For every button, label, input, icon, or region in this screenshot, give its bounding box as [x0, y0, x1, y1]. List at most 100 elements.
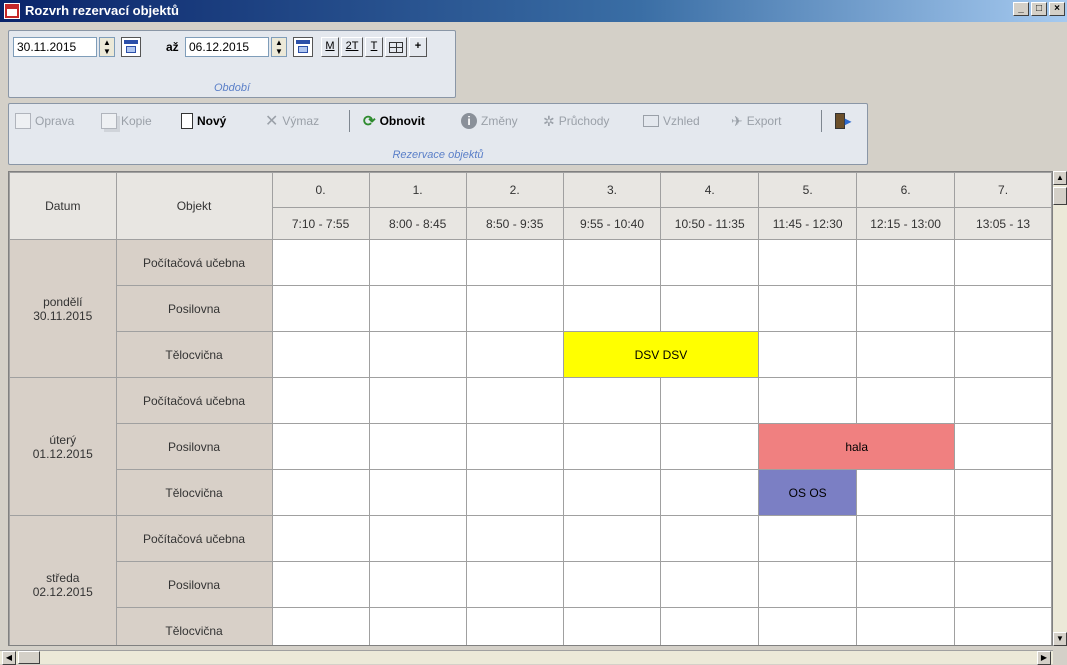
time-slot-cell[interactable] [660, 469, 760, 516]
object-cell[interactable]: Posilovna [115, 285, 273, 332]
column-header-objekt[interactable]: Objekt [115, 172, 273, 240]
time-slot-cell[interactable] [954, 239, 1052, 286]
time-slot-cell[interactable] [562, 285, 662, 332]
time-slot-cell[interactable] [660, 285, 760, 332]
time-slot-cell[interactable] [660, 377, 760, 424]
object-cell[interactable]: Tělocvična [115, 607, 273, 645]
time-slot-cell[interactable] [954, 561, 1052, 608]
time-slot-cell[interactable] [660, 239, 760, 286]
obnovit-button[interactable]: ⟳ Obnovit [363, 112, 425, 130]
time-slot-cell[interactable] [856, 239, 956, 286]
column-header-datum[interactable]: Datum [9, 172, 117, 240]
period-number-header[interactable]: 4. [660, 172, 760, 208]
date-to-spinner[interactable]: ▲ ▼ [271, 37, 287, 57]
vzhled-button[interactable]: Vzhled [643, 112, 700, 130]
date-from-spinner[interactable]: ▲ ▼ [99, 37, 115, 57]
add-period-button[interactable]: + [409, 37, 427, 57]
time-slot-cell[interactable] [465, 469, 564, 516]
time-slot-cell[interactable] [660, 607, 760, 645]
time-slot-cell[interactable] [954, 469, 1052, 516]
time-slot-cell[interactable] [271, 377, 370, 424]
time-slot-cell[interactable] [465, 423, 564, 470]
time-slot-cell[interactable] [271, 515, 370, 562]
time-slot-cell[interactable] [856, 515, 956, 562]
exit-button[interactable]: ▸ [835, 112, 851, 130]
time-slot-cell[interactable] [562, 239, 662, 286]
time-slot-cell[interactable] [856, 285, 956, 332]
time-slot-cell[interactable] [954, 377, 1052, 424]
time-slot-cell[interactable] [562, 377, 662, 424]
two-week-button[interactable]: 2T [341, 37, 363, 57]
period-number-header[interactable]: 2. [465, 172, 564, 208]
time-slot-cell[interactable] [368, 331, 467, 378]
time-slot-cell[interactable] [856, 377, 956, 424]
time-slot-cell[interactable] [271, 331, 370, 378]
object-cell[interactable]: Tělocvična [115, 469, 273, 516]
zmeny-button[interactable]: i Změny [461, 112, 518, 130]
horizontal-scrollbar[interactable]: ◀ ▶ [0, 650, 1053, 665]
object-cell[interactable]: Tělocvična [115, 331, 273, 378]
period-time-header[interactable]: 12:15 - 13:00 [856, 207, 956, 240]
time-slot-cell[interactable] [562, 423, 662, 470]
pruchody-button[interactable]: ✲ Průchody [543, 112, 609, 130]
time-slot-cell[interactable] [465, 515, 564, 562]
object-cell[interactable]: Počítačová učebna [115, 515, 273, 562]
time-slot-cell[interactable] [856, 469, 956, 516]
period-time-header[interactable]: 7:10 - 7:55 [271, 207, 370, 240]
period-time-header[interactable]: 13:05 - 13 [954, 207, 1052, 240]
time-slot-cell[interactable] [271, 607, 370, 645]
time-slot-cell[interactable] [856, 331, 956, 378]
period-time-header[interactable]: 8:50 - 9:35 [465, 207, 564, 240]
reservation-block[interactable]: hala [758, 423, 956, 470]
date-to-calendar-icon[interactable] [293, 37, 313, 57]
close-button[interactable]: × [1049, 2, 1065, 16]
period-number-header[interactable]: 6. [856, 172, 956, 208]
reservation-block[interactable]: DSV DSV [562, 331, 760, 378]
object-cell[interactable]: Počítačová učebna [115, 239, 273, 286]
time-slot-cell[interactable] [368, 515, 467, 562]
object-cell[interactable]: Počítačová učebna [115, 377, 273, 424]
period-number-header[interactable]: 7. [954, 172, 1052, 208]
period-time-header[interactable]: 8:00 - 8:45 [368, 207, 467, 240]
time-slot-cell[interactable] [465, 331, 564, 378]
date-from-calendar-icon[interactable] [121, 37, 141, 57]
time-slot-cell[interactable] [562, 561, 662, 608]
period-number-header[interactable]: 0. [271, 172, 370, 208]
period-time-header[interactable]: 10:50 - 11:35 [660, 207, 760, 240]
horizontal-scroll-thumb[interactable] [18, 651, 40, 664]
time-slot-cell[interactable] [758, 377, 858, 424]
scroll-left-arrow-icon[interactable]: ◀ [2, 651, 16, 665]
month-button[interactable]: M [321, 37, 339, 57]
scroll-up-arrow-icon[interactable]: ▲ [1053, 171, 1067, 185]
time-slot-cell[interactable] [368, 423, 467, 470]
time-slot-cell[interactable] [368, 561, 467, 608]
time-slot-cell[interactable] [465, 239, 564, 286]
period-number-header[interactable]: 1. [368, 172, 467, 208]
time-slot-cell[interactable] [758, 561, 858, 608]
vertical-scrollbar[interactable]: ▲ ▼ [1053, 171, 1067, 646]
time-slot-cell[interactable] [368, 285, 467, 332]
object-cell[interactable]: Posilovna [115, 423, 273, 470]
time-slot-cell[interactable] [954, 285, 1052, 332]
time-slot-cell[interactable] [758, 515, 858, 562]
time-slot-cell[interactable] [271, 469, 370, 516]
period-number-header[interactable]: 3. [562, 172, 662, 208]
week-button[interactable]: T [365, 37, 383, 57]
time-slot-cell[interactable] [954, 515, 1052, 562]
time-slot-cell[interactable] [954, 607, 1052, 645]
time-slot-cell[interactable] [271, 561, 370, 608]
date-to-input[interactable]: 06.12.2015 [185, 37, 269, 57]
time-slot-cell[interactable] [465, 607, 564, 645]
time-slot-cell[interactable] [465, 377, 564, 424]
time-slot-cell[interactable] [368, 377, 467, 424]
time-slot-cell[interactable] [368, 607, 467, 645]
time-slot-cell[interactable] [758, 285, 858, 332]
maximize-button[interactable]: □ [1031, 2, 1047, 16]
minimize-button[interactable]: _ [1013, 2, 1029, 16]
period-number-header[interactable]: 5. [758, 172, 858, 208]
time-slot-cell[interactable] [562, 469, 662, 516]
time-slot-cell[interactable] [465, 561, 564, 608]
time-slot-cell[interactable] [660, 561, 760, 608]
period-time-header[interactable]: 9:55 - 10:40 [562, 207, 662, 240]
scroll-right-arrow-icon[interactable]: ▶ [1037, 651, 1051, 665]
